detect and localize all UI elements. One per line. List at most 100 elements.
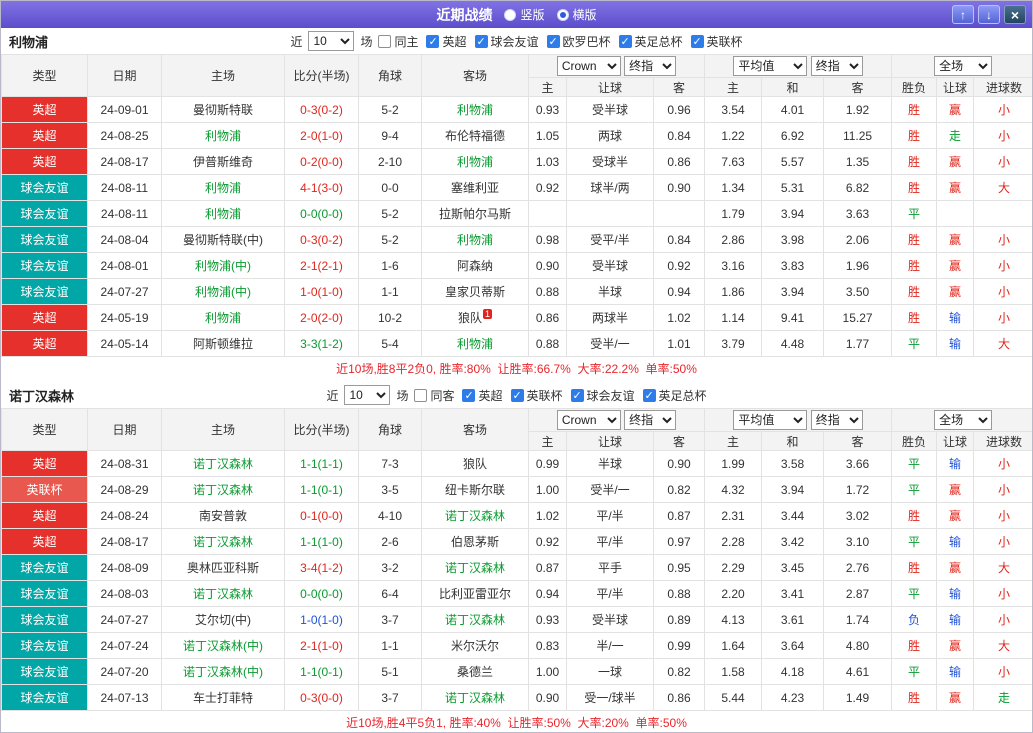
filter-checkbox-英足总杯[interactable]: 英足总杯 [642,387,707,404]
asia-away-odds: 0.87 [652,502,706,529]
score-halftime: 0-3(0-0) [284,684,359,711]
sub-header-asia-away: 客 [652,77,706,97]
away-team: 利物浦 [421,148,529,175]
result-handicap: 赢 [936,502,975,529]
match-row: 英超 24-08-17 伊普斯维奇 0-2(0-0) 2-10 利物浦 1.03 受球半 0.8… [1,148,1032,175]
layout-option-horizontal[interactable]: 横版 [556,6,597,23]
euro-away-odds: 1.92 [823,96,893,123]
euro-draw-odds: 4.23 [761,684,825,711]
asia-away-odds: 0.90 [652,174,706,201]
checkbox-checked-icon[interactable] [642,388,656,402]
away-team: 塞维利亚 [421,174,529,201]
result-handicap: 输 [936,580,975,607]
sub-header-asia-home: 主 [528,431,567,451]
league-checkbox-group: 同客 英超 英联杯 球会友谊 英足总杯 [414,387,707,404]
asia-home-odds: 1.00 [528,658,567,685]
match-date: 24-07-20 [87,658,162,685]
checkbox-unchecked-icon[interactable] [378,34,392,48]
asia-handicap: 受半球 [566,252,654,279]
col-header-date: 日期 [87,408,162,451]
checkbox-checked-icon[interactable] [690,34,704,48]
filter-checkbox-球会友谊[interactable]: 球会友谊 [570,387,635,404]
filter-checkbox-英联杯[interactable]: 英联杯 [510,387,563,404]
average-select[interactable]: 平均值 [733,56,808,76]
checkbox-checked-icon[interactable] [618,34,632,48]
result-goals: 小 [973,148,1032,175]
result-goals: 小 [973,476,1032,503]
layout-option-vertical[interactable]: 竖版 [504,6,545,23]
checkbox-checked-icon[interactable] [546,34,560,48]
result-handicap: 输 [936,330,975,357]
filter-checkbox-英足总杯[interactable]: 英足总杯 [618,33,683,50]
checkbox-checked-icon[interactable] [474,34,488,48]
odds-type-select[interactable]: 终指 [624,56,677,76]
away-team: 米尔沃尔 [421,632,529,659]
filter-checkbox-英超[interactable]: 英超 [426,33,467,50]
result-handicap: 赢 [936,174,975,201]
checkbox-checked-icon[interactable] [462,388,476,402]
match-count-select[interactable]: 10 [308,31,355,51]
checkbox-checked-icon[interactable] [426,34,440,48]
asia-handicap: 球半/两 [566,174,654,201]
scroll-up-button[interactable]: ↑ [952,5,974,24]
match-count-select[interactable]: 10 [344,385,391,405]
result-handicap: 赢 [936,252,975,279]
home-team: 伊普斯维奇 [161,148,285,175]
asia-away-odds: 0.84 [652,226,706,253]
scope-select[interactable]: 全场 [934,56,993,76]
asia-handicap: 受平/半 [566,226,654,253]
filter-checkbox-球会友谊[interactable]: 球会友谊 [474,33,539,50]
euro-away-odds: 1.96 [823,252,893,279]
euro-draw-odds: 3.45 [761,554,825,581]
euro-home-odds: 1.58 [704,658,763,685]
home-team: 诺丁汉森林(中) [161,658,285,685]
result-goals: 小 [973,304,1032,331]
filter-checkbox-同客[interactable]: 同客 [414,387,454,404]
scroll-down-button[interactable]: ↓ [978,5,1000,24]
radio-unselected-icon[interactable] [504,8,517,21]
filter-checkbox-英联杯[interactable]: 英联杯 [690,33,743,50]
radio-selected-icon[interactable] [556,8,569,21]
close-button[interactable]: × [1004,5,1026,24]
result-handicap: 赢 [936,96,975,123]
checkbox-unchecked-icon[interactable] [414,388,428,402]
result-goals: 小 [973,122,1032,149]
asia-handicap: 半球 [566,278,654,305]
score-halftime: 1-1(0-1) [284,658,359,685]
checkbox-checked-icon[interactable] [570,388,584,402]
filter-checkbox-英超[interactable]: 英超 [462,387,503,404]
checkbox-label: 球会友谊 [586,388,635,403]
team-section-forest: 诺丁汉森林 近 10 场 同客英超英联杯球会友谊英足总杯 类型 日期 [1,382,1032,732]
result-outcome: 平 [891,476,938,503]
result-handicap: 输 [936,606,975,633]
sub-header-euro-away: 客 [823,77,893,97]
odds-type-select-2[interactable]: 终指 [810,56,863,76]
recent-results-window: 近期战绩 竖版 横版 ↑ ↓ × 利物浦 近 10 场 同主 ✓ 英超 ✓ 球会… [0,0,1033,733]
bookmaker-select[interactable]: Crown [556,410,621,430]
result-outcome: 平 [891,580,938,607]
scope-select[interactable]: 全场 [934,410,993,430]
results-body: 英超 24-08-31 诺丁汉森林 1-1(1-1) 7-3 狼队 0.99 半球 0.90 1.… [1,450,1032,711]
result-handicap: 输 [936,304,975,331]
checkbox-checked-icon[interactable] [510,388,524,402]
result-goals: 小 [973,278,1032,305]
bookmaker-select[interactable]: Crown [556,56,621,76]
filter-checkbox-同主[interactable]: 同主 [378,33,418,50]
window-title: 近期战绩 [436,6,493,23]
corner-count: 10-2 [358,304,422,331]
result-outcome: 胜 [891,96,938,123]
odds-type-select-2[interactable]: 终指 [810,410,863,430]
corner-count: 2-10 [358,148,422,175]
euro-away-odds: 3.63 [823,200,893,227]
filter-checkbox-欧罗巴杯[interactable]: 欧罗巴杯 [546,33,611,50]
odds-type-select[interactable]: 终指 [624,410,677,430]
euro-away-odds: 1.77 [823,330,893,357]
asia-away-odds: 0.86 [652,684,706,711]
league-badge: 球会友谊 [1,606,88,633]
league-badge: 英超 [1,304,88,331]
result-outcome: 胜 [891,252,938,279]
league-badge: 英超 [1,122,88,149]
average-select[interactable]: 平均值 [733,410,808,430]
asia-away-odds: 0.96 [652,96,706,123]
score-halftime: 0-0(0-0) [284,580,359,607]
